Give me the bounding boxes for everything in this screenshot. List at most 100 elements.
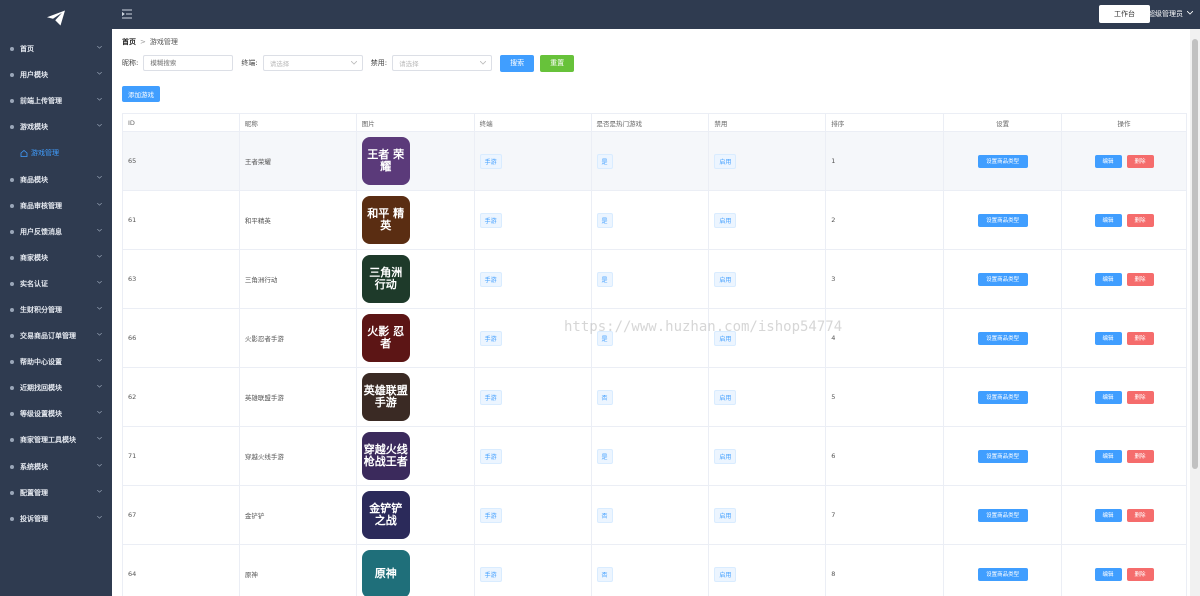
name-cell: 三角洲行动 [238, 249, 357, 309]
edit-button[interactable]: 编辑 [1094, 567, 1122, 581]
edit-button[interactable]: 编辑 [1094, 213, 1122, 227]
sidebar-item[interactable]: 前端上传管理 [0, 88, 112, 114]
sidebar-item[interactable]: 用户模块 [0, 62, 112, 88]
sort-cell: 2 [825, 190, 945, 250]
hot-cell: 否 [590, 485, 710, 545]
edit-button[interactable]: 编辑 [1094, 390, 1122, 404]
sidebar-item-label: 用户模块 [20, 71, 48, 80]
sidebar-item[interactable]: 投诉管理 [0, 506, 112, 532]
sidebar-item[interactable]: 游戏模块 [0, 114, 112, 140]
settings-cell: 设置商品类型 [943, 485, 1063, 545]
sidebar-item[interactable]: 游戏管理 [0, 140, 112, 166]
sidebar-item[interactable]: 首页 [0, 36, 112, 62]
delete-button[interactable]: 删除 [1126, 567, 1154, 581]
delete-button[interactable]: 删除 [1126, 154, 1154, 168]
search-button[interactable]: 搜索 [500, 54, 535, 72]
game-thumbnail: 金铲铲 之战 [361, 491, 410, 539]
sidebar-item[interactable]: 实名认证 [0, 271, 112, 297]
table-header-cell: 昵称 [238, 113, 357, 132]
sidebar-item[interactable]: 近期找回模块 [0, 375, 112, 401]
status-cell: 启用 [708, 367, 827, 427]
hot-cell: 是 [590, 308, 710, 368]
status-cell: 启用 [708, 308, 827, 368]
sort-cell: 1 [825, 131, 945, 191]
settings-cell: 设置商品类型 [943, 190, 1063, 250]
chevron-down-icon [97, 306, 102, 310]
set-product-type-button[interactable]: 设置商品类型 [977, 213, 1028, 227]
sidebar-item[interactable]: 交易商品订单管理 [0, 323, 112, 349]
scrollbar-thumb[interactable] [1192, 39, 1198, 469]
delete-button[interactable]: 删除 [1126, 449, 1154, 463]
sort-cell: 6 [825, 426, 945, 486]
breadcrumb-home[interactable]: 首页 [122, 38, 136, 46]
chevron-down-icon [97, 489, 102, 493]
bullet-icon [10, 255, 14, 260]
sidebar-menu: 首页用户模块前端上传管理 游戏模块 游戏管理 商品模块 商品审核管理 用户反馈消息 商家模块… [0, 36, 112, 532]
set-product-type-button[interactable]: 设置商品类型 [977, 390, 1028, 404]
image-cell: 火影 忍者 [355, 308, 475, 368]
game-thumbnail: 火影 忍者 [361, 314, 410, 362]
sidebar-item[interactable]: 商品模块 [0, 166, 112, 192]
hot-tag: 是 [596, 212, 613, 228]
sidebar-item[interactable]: 商家模块 [0, 245, 112, 271]
sort-cell: 7 [825, 485, 945, 545]
set-product-type-button[interactable]: 设置商品类型 [977, 154, 1028, 168]
table-row: 66 火影忍者手游 火影 忍者 手游 是 启用 4 设置商品类型 编辑 删除 [122, 308, 1187, 368]
edit-button[interactable]: 编辑 [1094, 272, 1122, 286]
settings-cell: 设置商品类型 [943, 426, 1063, 486]
chevron-down-icon [97, 280, 102, 284]
delete-button[interactable]: 删除 [1126, 272, 1154, 286]
actions-cell: 编辑 删除 [1061, 544, 1187, 596]
thumbnail-text: 金铲铲 之战 [369, 502, 403, 527]
sidebar-item[interactable]: 系统模块 [0, 454, 112, 480]
name-search-input[interactable] [143, 55, 234, 71]
collapse-menu-icon[interactable] [122, 9, 132, 19]
workbench-button[interactable]: 工作台 [1099, 5, 1150, 23]
reset-button[interactable]: 重置 [540, 54, 575, 72]
add-game-button[interactable]: 添加游戏 [122, 86, 160, 102]
admin-username[interactable]: 超级管理员 [1148, 9, 1183, 19]
game-thumbnail: 英雄联盟 手游 [361, 373, 410, 421]
hot-tag: 否 [596, 507, 613, 523]
set-product-type-button[interactable]: 设置商品类型 [977, 331, 1028, 345]
set-product-type-button[interactable]: 设置商品类型 [977, 449, 1028, 463]
delete-button[interactable]: 删除 [1126, 508, 1154, 522]
sidebar-item[interactable]: 生财积分管理 [0, 297, 112, 323]
chevron-down-icon[interactable] [1187, 11, 1193, 15]
edit-button[interactable]: 编辑 [1094, 154, 1122, 168]
bullet-icon [10, 307, 14, 312]
edit-button[interactable]: 编辑 [1094, 449, 1122, 463]
sidebar-item[interactable]: 等级设置模块 [0, 401, 112, 427]
set-product-type-button[interactable]: 设置商品类型 [977, 508, 1028, 522]
paper-plane-icon [47, 10, 65, 26]
sort-cell: 8 [825, 544, 945, 596]
sidebar-item[interactable]: 配置管理 [0, 480, 112, 506]
disable-select[interactable]: 请选择 [392, 55, 493, 71]
thumbnail-text: 和平 精英 [367, 207, 405, 232]
chevron-down-icon [97, 72, 102, 75]
sidebar-item[interactable]: 商家管理工具模块 [0, 427, 112, 453]
name-cell: 穿越火线手游 [238, 426, 357, 486]
delete-button[interactable]: 删除 [1126, 390, 1154, 404]
delete-button[interactable]: 删除 [1126, 331, 1154, 345]
disable-filter-label: 禁用: [370, 59, 388, 67]
edit-button[interactable]: 编辑 [1094, 331, 1122, 345]
delete-button[interactable]: 删除 [1126, 213, 1154, 227]
vertical-scrollbar[interactable] [1190, 29, 1200, 596]
sidebar-item-label: 近期找回模块 [20, 384, 62, 393]
set-product-type-button[interactable]: 设置商品类型 [977, 567, 1028, 581]
hot-cell: 是 [590, 190, 710, 250]
terminal-cell: 手游 [473, 308, 592, 368]
sidebar-item[interactable]: 商品审核管理 [0, 193, 112, 219]
hot-cell: 否 [590, 367, 710, 427]
terminal-tag: 手游 [479, 271, 502, 287]
set-product-type-button[interactable]: 设置商品类型 [977, 272, 1028, 286]
sidebar-item[interactable]: 用户反馈消息 [0, 219, 112, 245]
edit-button[interactable]: 编辑 [1094, 508, 1122, 522]
status-tag: 启用 [714, 153, 737, 169]
image-cell: 三角洲 行动 [355, 249, 475, 309]
terminal-select[interactable]: 请选择 [262, 55, 363, 71]
sort-cell: 5 [825, 367, 945, 427]
hot-tag: 是 [596, 271, 613, 287]
sidebar-item[interactable]: 帮助中心设置 [0, 349, 112, 375]
